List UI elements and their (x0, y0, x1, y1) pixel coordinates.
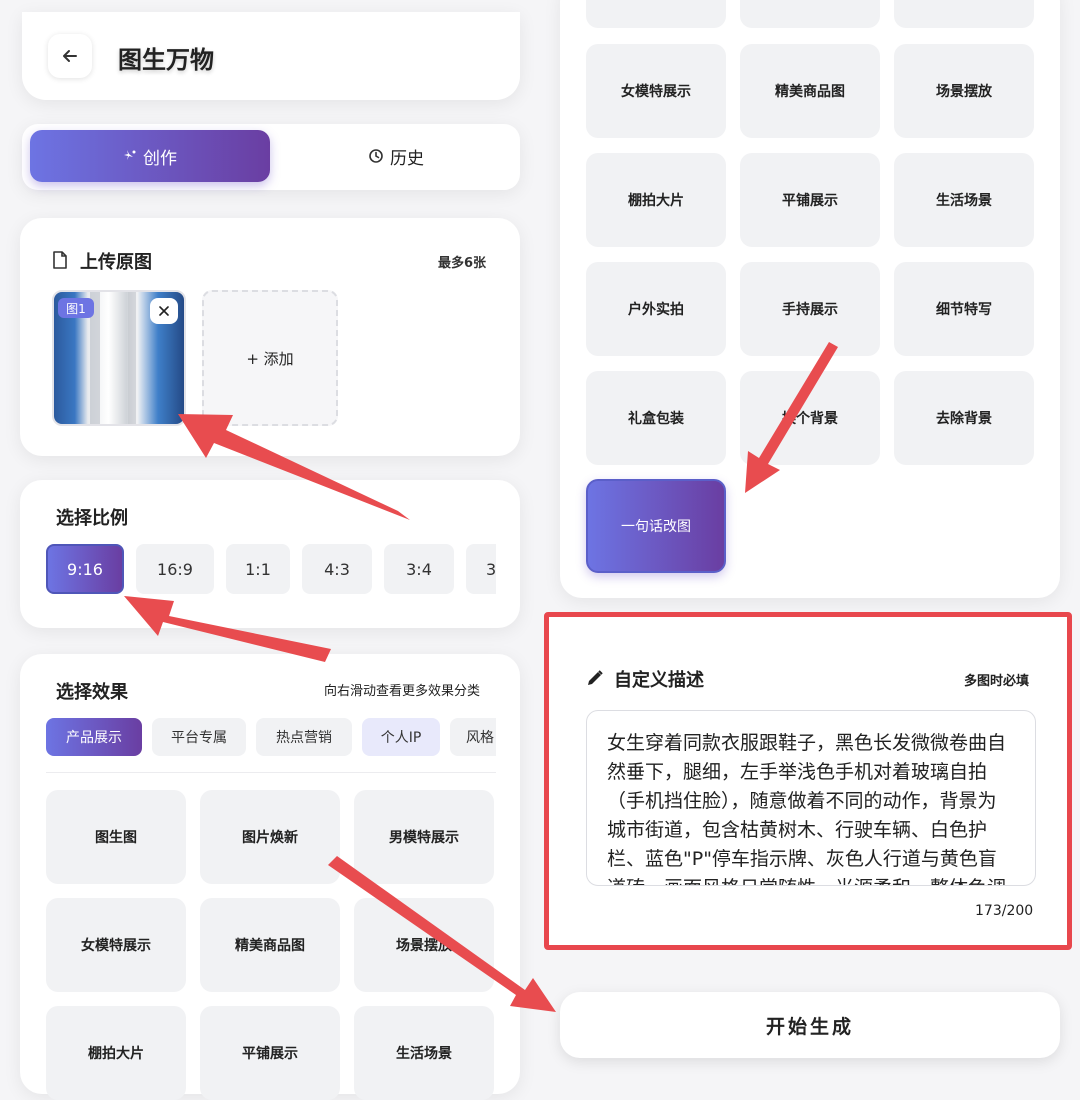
sparkle-icon (124, 150, 136, 160)
description-textarea[interactable]: 女生穿着同款衣服跟鞋子，黑色长发微微卷曲自然垂下，腿细，左手举浅色手机对着玻璃自… (586, 710, 1036, 886)
custom-note: 多图时必填 (964, 674, 1030, 689)
effect-tile[interactable]: 换个背景 (740, 371, 880, 465)
effect-tile[interactable]: 生活场景 (354, 1006, 494, 1100)
effects-title: 选择效果 (56, 682, 128, 703)
pencil-icon (588, 670, 603, 685)
effect-tile[interactable]: 男模特展示 (354, 790, 494, 884)
upload-title: 上传原图 (80, 252, 152, 273)
close-icon (159, 306, 169, 316)
description-text: 女生穿着同款衣服跟鞋子，黑色长发微微卷曲自然垂下，腿细，左手举浅色手机对着玻璃自… (607, 732, 1007, 885)
ratio-option-3-4[interactable]: 3:4 (384, 544, 454, 594)
history-icon (369, 149, 383, 163)
effect-tile[interactable]: 平铺展示 (740, 153, 880, 247)
char-count: 173/200 (975, 903, 1034, 919)
add-image-label: + 添加 (246, 349, 294, 368)
effect-tile-partial[interactable] (586, 0, 726, 28)
upload-limit: 最多6张 (438, 256, 487, 271)
effect-tile[interactable]: 图片焕新 (200, 790, 340, 884)
ratio-option-4-3[interactable]: 4:3 (302, 544, 372, 594)
effect-tile[interactable]: 户外实拍 (586, 262, 726, 356)
effect-tile[interactable]: 女模特展示 (586, 44, 726, 138)
tab-create[interactable]: 创作 (30, 130, 270, 182)
header-bar (22, 12, 520, 100)
tab-create-label: 创作 (143, 148, 177, 169)
effect-tile[interactable]: 礼盒包装 (586, 371, 726, 465)
ratio-option-9-16[interactable]: 9:16 (46, 544, 124, 594)
ratio-option-1-1[interactable]: 1:1 (226, 544, 290, 594)
image-fold (128, 292, 136, 424)
remove-image-button[interactable] (150, 298, 178, 324)
arrow-left-icon (63, 50, 77, 62)
effect-tile[interactable]: 场景摆放 (894, 44, 1034, 138)
effect-tile[interactable]: 精美商品图 (740, 44, 880, 138)
effect-tile[interactable]: 场景摆放 (354, 898, 494, 992)
tab-history-label: 历史 (390, 148, 424, 169)
add-image-button[interactable]: + 添加 (202, 290, 338, 426)
ratio-option-partial[interactable]: 3 (466, 544, 496, 594)
page-title: 图生万物 (118, 46, 214, 74)
effect-tile-partial[interactable] (740, 0, 880, 28)
effect-tile[interactable]: 棚拍大片 (586, 153, 726, 247)
divider (46, 772, 496, 773)
effect-tile[interactable]: 手持展示 (740, 262, 880, 356)
generate-label: 开始生成 (765, 1015, 854, 1038)
tab-history[interactable]: 历史 (280, 130, 512, 182)
effect-tile[interactable]: 棚拍大片 (46, 1006, 186, 1100)
ratio-option-16-9[interactable]: 16:9 (136, 544, 214, 594)
custom-title: 自定义描述 (614, 670, 704, 691)
category-platform[interactable]: 平台专属 (152, 718, 246, 756)
category-style[interactable]: 风格 (450, 718, 496, 756)
effect-tile[interactable]: 细节特写 (894, 262, 1034, 356)
effect-tile-selected[interactable]: 一句话改图 (586, 479, 726, 573)
category-product[interactable]: 产品展示 (46, 718, 142, 756)
effect-tile[interactable]: 生活场景 (894, 153, 1034, 247)
back-button[interactable] (48, 34, 92, 78)
effect-tile[interactable]: 平铺展示 (200, 1006, 340, 1100)
generate-button[interactable]: 开始生成 (560, 992, 1060, 1058)
effect-tile[interactable]: 女模特展示 (46, 898, 186, 992)
effect-tile-partial[interactable] (894, 0, 1034, 28)
effects-hint: 向右滑动查看更多效果分类 (324, 684, 481, 699)
effect-tile[interactable]: 精美商品图 (200, 898, 340, 992)
ratio-title: 选择比例 (56, 508, 128, 529)
image-badge: 图1 (58, 298, 94, 318)
effect-tile[interactable]: 去除背景 (894, 371, 1034, 465)
file-icon (53, 251, 67, 269)
category-marketing[interactable]: 热点营销 (256, 718, 352, 756)
effect-tile[interactable]: 图生图 (46, 790, 186, 884)
category-personal-ip[interactable]: 个人IP (362, 718, 440, 756)
